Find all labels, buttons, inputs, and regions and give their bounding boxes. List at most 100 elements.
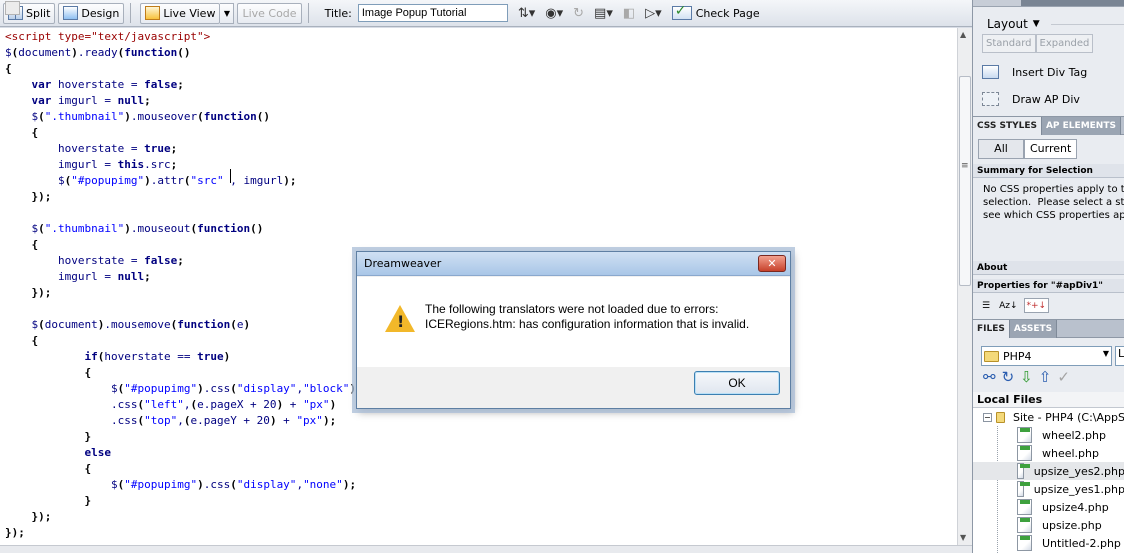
div-tag-icon (982, 65, 999, 79)
view-options-icon[interactable]: ▤▾ (594, 6, 613, 21)
file-row[interactable]: upsize_yes1.php (973, 480, 1124, 498)
site-root-label: Site - PHP4 (C:\AppS (1013, 410, 1124, 424)
text-caret (230, 169, 231, 183)
code-line: else (84, 446, 111, 459)
code-line: { (5, 62, 12, 75)
code-line: }); (5, 526, 25, 539)
code-line: var hoverstate = false; (31, 78, 184, 91)
connect-icon[interactable]: ⚯ (983, 368, 996, 386)
put-files-icon[interactable]: ⇧ (1039, 368, 1052, 386)
alpha-sort-icon[interactable]: Az↓ (996, 298, 1020, 313)
code-line: <script type="text/javascript"> (5, 30, 211, 43)
standard-mode-button[interactable]: Standard (982, 34, 1036, 53)
view-select[interactable]: L (1115, 346, 1124, 366)
file-management-icon[interactable]: ⇅▾ (518, 6, 535, 21)
document-title-input[interactable] (357, 4, 508, 22)
code-line: $("#popupimg").css("display","none"); (5, 478, 357, 491)
code-line: } (84, 430, 92, 443)
dialog-message: The following translators were not loade… (425, 302, 749, 332)
set-properties-icon[interactable]: *+↓ (1023, 298, 1050, 313)
code-line: { (31, 238, 39, 251)
code-line: }); (31, 510, 52, 523)
live-code-button[interactable]: Live Code (5, 1, 302, 24)
check-out-icon[interactable]: ✓ (1057, 368, 1070, 386)
design-view-button[interactable]: Design (58, 2, 125, 24)
validate-markup-icon[interactable]: ▷▾ (645, 6, 662, 21)
file-row[interactable]: upsize4.php (973, 498, 1124, 516)
design-view-icon (63, 6, 79, 20)
file-name: upsize4.php (1042, 500, 1109, 514)
tab-assets[interactable]: ASSETS (1009, 320, 1058, 338)
tab-files[interactable]: FILES (973, 320, 1010, 338)
draw-ap-div-item[interactable]: Draw AP Div (982, 92, 1080, 106)
message-line-2: ICERegions.htm: has configuration inform… (425, 317, 750, 331)
css-panel-tabs: CSS STYLES AP ELEMENTS (973, 116, 1124, 135)
expanded-mode-button[interactable]: Expanded (1035, 34, 1094, 53)
file-row[interactable]: Untitled-2.php (973, 534, 1124, 552)
file-name: upsize_yes2.php (1033, 464, 1124, 478)
dreamweaver-window: Split Design Live View ▼ Live Code Title… (0, 0, 1124, 553)
live-view-dropdown[interactable]: ▼ (220, 2, 235, 24)
scroll-down-icon[interactable]: ▼ (960, 533, 966, 542)
file-row[interactable]: wheel.php (973, 444, 1124, 462)
code-line: if(hoverstate == true) (84, 350, 231, 363)
scroll-up-icon[interactable]: ▲ (960, 30, 966, 39)
dialog-title-bar[interactable]: Dreamweaver ✕ (357, 252, 790, 276)
file-row-selected[interactable]: upsize_yes2.php (973, 462, 1124, 480)
code-line: hoverstate = true; (5, 142, 178, 155)
collapse-icon[interactable]: − (983, 412, 992, 422)
refresh-icon[interactable]: ↻ (573, 6, 584, 21)
scrollbar-thumb[interactable] (959, 76, 971, 286)
file-name: wheel.php (1042, 446, 1099, 460)
live-code-label: Live Code (242, 6, 297, 20)
document-toolbar: Split Design Live View ▼ Live Code Title… (0, 0, 972, 27)
folder-icon (995, 411, 1006, 423)
visual-aids-icon[interactable]: ◧ (623, 6, 635, 21)
insert-div-tag-item[interactable]: Insert Div Tag (982, 65, 1087, 79)
insert-panel-header[interactable] (973, 0, 1124, 7)
code-line: $(".thumbnail").mouseout(function() (5, 222, 264, 235)
warning-icon (385, 305, 415, 332)
code-line: { (31, 334, 39, 347)
site-select[interactable]: PHP4 ▼ (981, 346, 1112, 366)
ap-div-icon (982, 92, 999, 106)
file-name: Untitled-2.php (1042, 536, 1121, 550)
refresh-icon[interactable]: ↻ (1002, 368, 1015, 386)
code-line: { (84, 462, 92, 475)
code-line: $("#popupimg").attr("src" , imgurl); (5, 174, 297, 187)
caret-down-icon: ▼ (1032, 19, 1040, 29)
all-mode-button[interactable]: All (978, 139, 1024, 159)
check-page-label: Check Page (695, 6, 760, 20)
about-section-header[interactable]: About (973, 261, 1124, 275)
code-line: hoverstate = false; (5, 254, 184, 267)
live-view-label: Live View (163, 6, 216, 20)
summary-section-header[interactable]: Summary for Selection (973, 164, 1124, 178)
preview-browser-icon[interactable]: ◉▾ (545, 6, 563, 21)
code-line: imgurl = this.src; (5, 158, 178, 171)
current-mode-button[interactable]: Current (1024, 139, 1078, 159)
properties-section-header[interactable]: Properties for "#apDiv1" (973, 279, 1124, 293)
site-selector-row: PHP4 ▼ L (981, 346, 1124, 366)
file-row[interactable]: wheel2.php (973, 426, 1124, 444)
category-view-icon[interactable]: ☰ (979, 298, 993, 313)
site-root-row[interactable]: − Site - PHP4 (C:\AppS (973, 408, 1124, 426)
live-view-button[interactable]: Live View (140, 2, 221, 24)
code-line: .css("top",(e.pageY + 20) + "px"); (5, 414, 337, 427)
tab-ap-elements[interactable]: AP ELEMENTS (1041, 117, 1121, 135)
ok-button[interactable]: OK (694, 371, 780, 395)
layout-category-dropdown[interactable]: Layout ▼ (987, 17, 1040, 31)
file-name: upsize_yes1.php (1033, 482, 1124, 496)
check-page-button[interactable]: Check Page (671, 3, 760, 20)
code-lines: <script type="text/javascript"> $(documen… (5, 29, 356, 541)
file-row[interactable]: upsize.php (973, 516, 1124, 534)
folder-icon (984, 350, 999, 362)
get-files-icon[interactable]: ⇩ (1020, 368, 1033, 386)
editor-vertical-scrollbar[interactable]: ▲ ≡ ▼ (957, 28, 972, 545)
tab-css-styles[interactable]: CSS STYLES (973, 117, 1042, 135)
design-view-label: Design (81, 6, 120, 20)
chevron-down-icon: ▼ (223, 8, 231, 18)
file-name: upsize.php (1042, 518, 1102, 532)
splitter-grip-icon[interactable]: ≡ (961, 161, 969, 171)
close-icon[interactable]: ✕ (758, 255, 786, 272)
live-view-icon (145, 6, 161, 20)
